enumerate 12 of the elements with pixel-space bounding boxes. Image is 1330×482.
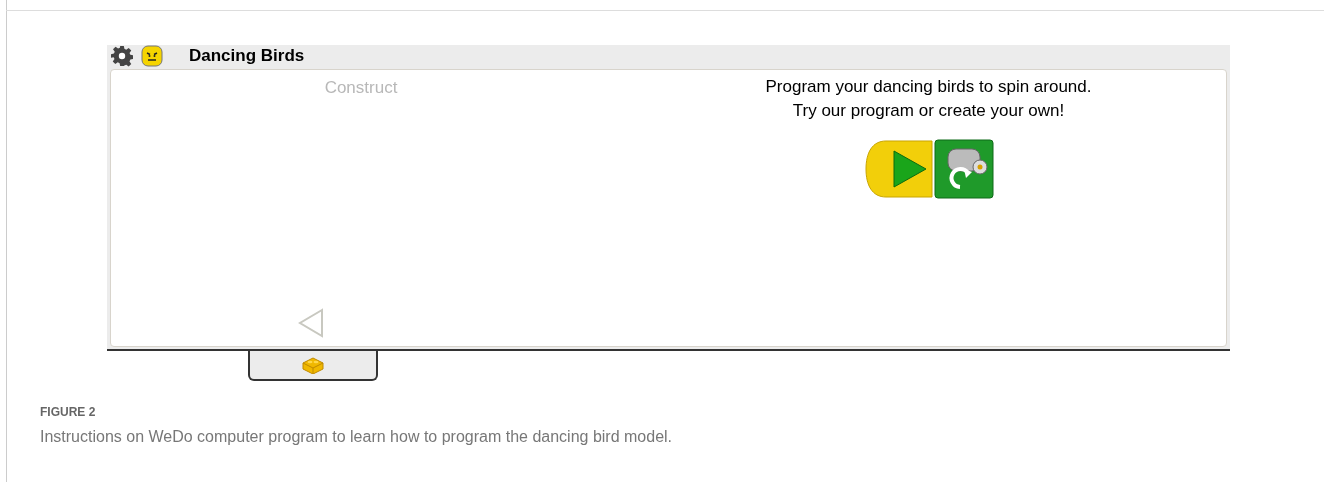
figure-caption: Instructions on WeDo computer program to learn how to program the dancing bird model. [40, 427, 674, 447]
instruction-text: Program your dancing birds to spin around. [765, 76, 1092, 98]
minifig-head-icon[interactable] [141, 45, 163, 67]
motor-block-icon[interactable] [933, 139, 994, 199]
window-title: Dancing Birds [189, 45, 305, 68]
instruction-text: Try our program or create your own! [792, 100, 1065, 122]
brick-icon [302, 356, 324, 374]
panel-heading: Construct [324, 77, 398, 99]
start-block-icon[interactable] [863, 139, 934, 199]
gear-icon[interactable] [111, 45, 133, 67]
figure-label: FIGURE 2 [40, 404, 97, 421]
bricks-tab[interactable] [248, 351, 378, 381]
